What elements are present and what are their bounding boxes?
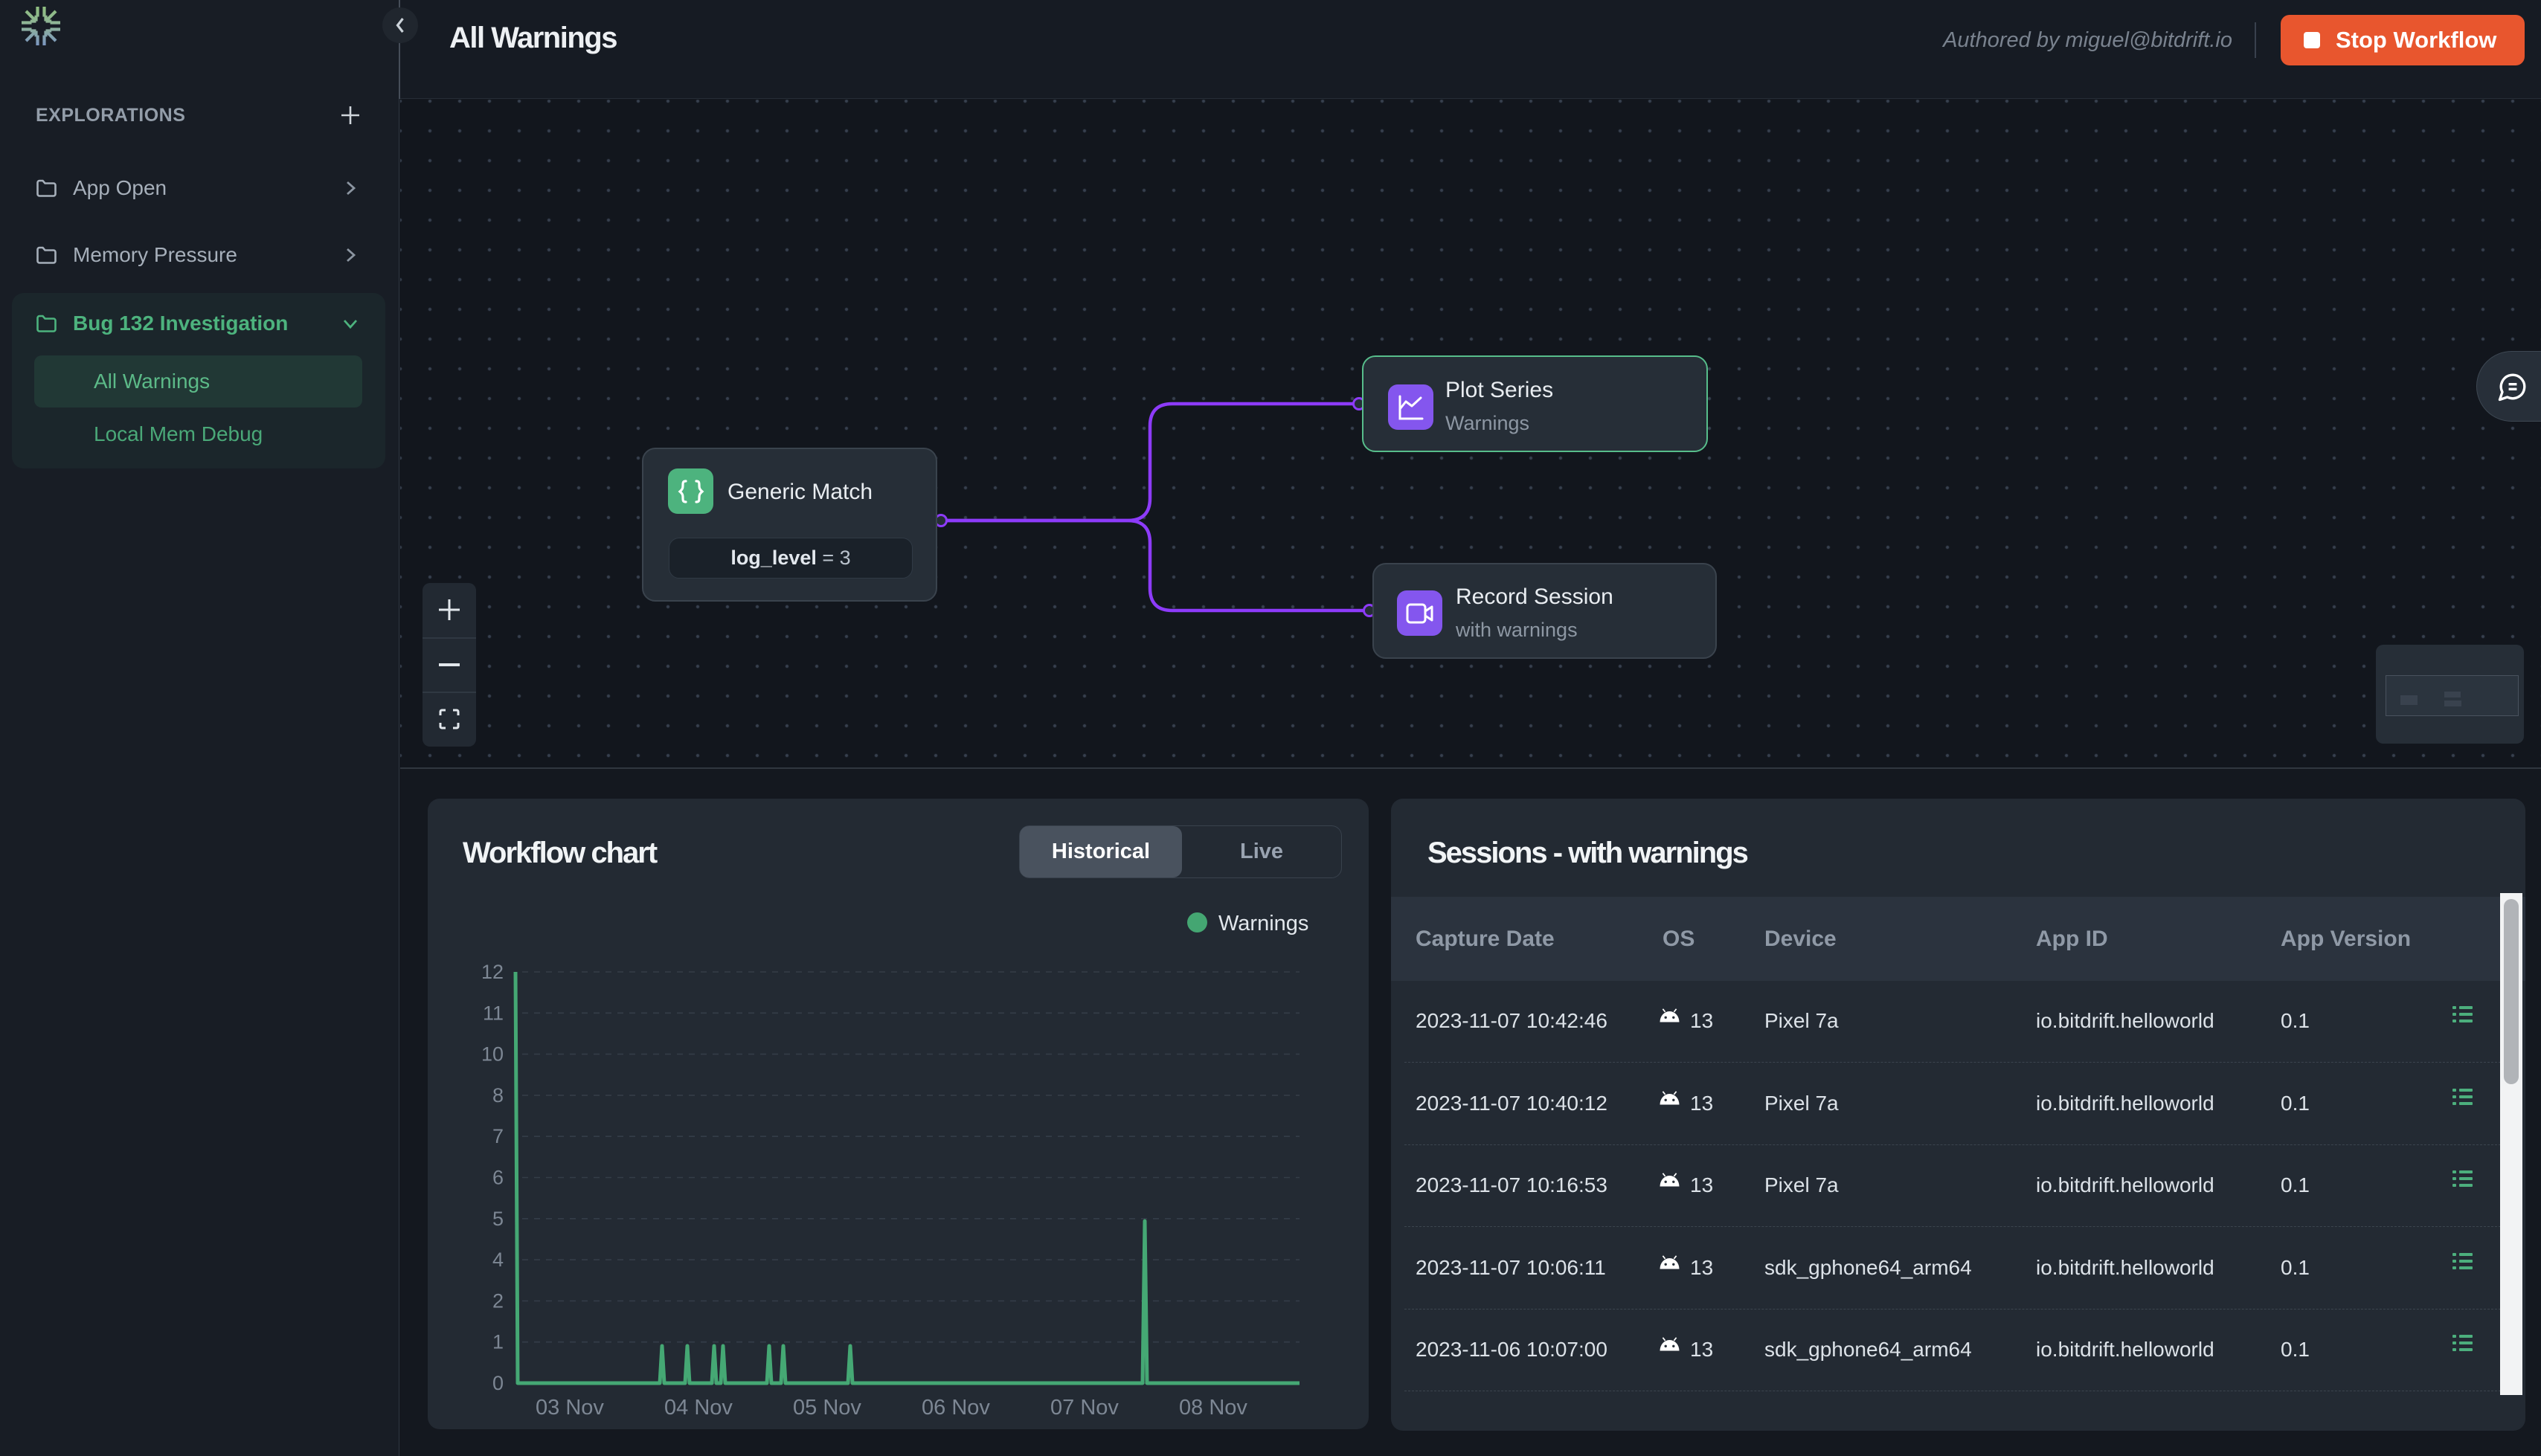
- svg-text:1: 1: [492, 1331, 504, 1353]
- svg-text:07 Nov: 07 Nov: [1050, 1396, 1119, 1420]
- svg-text:6: 6: [492, 1167, 504, 1189]
- svg-text:03 Nov: 03 Nov: [536, 1396, 604, 1420]
- svg-text:08 Nov: 08 Nov: [1179, 1396, 1247, 1420]
- svg-text:12: 12: [481, 961, 504, 983]
- svg-text:0: 0: [492, 1372, 504, 1394]
- svg-text:04 Nov: 04 Nov: [664, 1396, 733, 1420]
- svg-text:7: 7: [492, 1125, 504, 1147]
- svg-text:11: 11: [483, 1002, 504, 1024]
- svg-text:8: 8: [492, 1084, 504, 1107]
- svg-text:05 Nov: 05 Nov: [793, 1396, 861, 1420]
- svg-text:10: 10: [481, 1043, 504, 1066]
- svg-text:4: 4: [492, 1249, 504, 1271]
- svg-text:2: 2: [492, 1289, 504, 1312]
- svg-text:5: 5: [492, 1208, 504, 1230]
- svg-text:06 Nov: 06 Nov: [922, 1396, 990, 1420]
